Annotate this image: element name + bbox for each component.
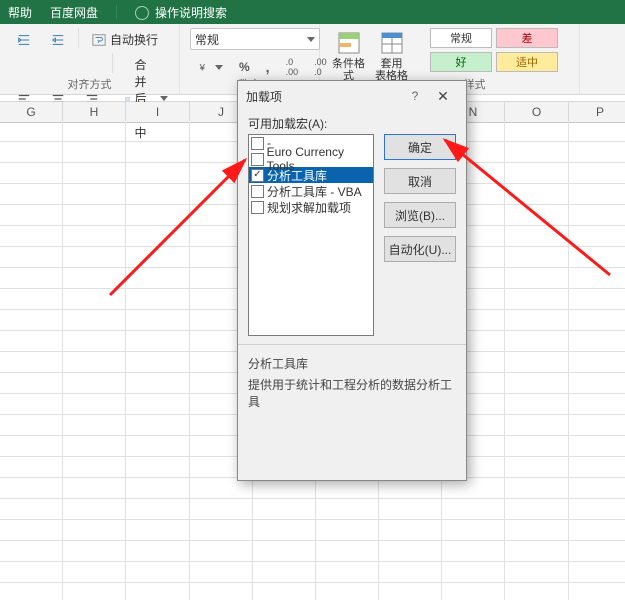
dialog-separator [238,344,466,345]
add-ins-dialog: 加载项 ? ✕ 可用加载宏(A): -Euro Currency Tools✓分… [237,80,467,481]
svg-text:¥: ¥ [199,63,206,74]
group-label-alignment: 对齐方式 [0,76,179,92]
addin-item-label: 分析工具库 - VBA [267,183,362,200]
menu-separator [116,5,117,19]
addins-listbox[interactable]: -Euro Currency Tools✓分析工具库分析工具库 - VBA规划求… [248,134,374,336]
chevron-down-icon [307,37,315,42]
checkbox-icon[interactable] [251,153,264,166]
addin-item[interactable]: Euro Currency Tools [249,151,373,167]
conditional-format-icon [336,30,362,56]
top-menu-bar: 帮助 百度网盘 操作说明搜索 [0,0,625,24]
addin-item-label: 分析工具库 [267,167,327,184]
percent-icon: % [239,60,250,74]
chevron-down-icon [215,65,223,70]
column-header-G[interactable]: G [0,102,63,122]
wrap-text-label: 自动换行 [110,31,158,48]
checkbox-icon[interactable] [251,201,264,214]
checkbox-icon[interactable] [251,185,264,198]
addin-item[interactable]: 规划求解加载项 [249,199,373,215]
dialog-close-button[interactable]: ✕ [428,88,458,105]
grid-row[interactable] [0,562,625,583]
addin-item-label: 规划求解加载项 [267,199,351,216]
indent-increase-icon [51,33,65,47]
chevron-down-icon [160,96,168,101]
dialog-help-button[interactable]: ? [402,89,428,103]
tell-me-label: 操作说明搜索 [155,4,227,21]
wrap-text-button[interactable]: 自动换行 [85,28,165,51]
tell-me-search[interactable]: 操作说明搜索 [135,4,227,21]
comma-icon: , [266,59,270,75]
grid-row[interactable] [0,520,625,541]
column-header-O[interactable]: O [505,102,569,122]
column-header-I[interactable]: I [126,102,190,122]
indent-decrease-button[interactable] [10,28,38,51]
lightbulb-icon [135,6,149,20]
dialog-titlebar[interactable]: 加载项 ? ✕ [238,81,466,111]
cell-style-neutral[interactable]: 适中 [496,52,558,72]
cell-style-bad[interactable]: 差 [496,28,558,48]
table-format-icon [379,30,405,56]
addin-description-body: 提供用于统计和工程分析的数据分析工具 [248,376,456,410]
addin-description: 分析工具库 提供用于统计和工程分析的数据分析工具 [248,355,456,410]
column-header-H[interactable]: H [63,102,126,122]
available-addins-label: 可用加载宏(A): [248,115,456,132]
ribbon-group-alignment: 自动换行 合并后居中 对齐方式 [0,24,180,94]
addin-description-title: 分析工具库 [248,355,456,372]
cell-style-good[interactable]: 好 [430,52,492,72]
grid-row[interactable] [0,478,625,499]
checkbox-icon[interactable] [251,137,264,150]
cell-style-normal[interactable]: 常规 [430,28,492,48]
checkbox-icon[interactable]: ✓ [251,169,264,182]
menu-baidu-pan[interactable]: 百度网盘 [50,4,98,21]
column-header-P[interactable]: P [569,102,625,122]
wrap-text-icon [92,33,106,47]
browse-button[interactable]: 浏览(B)... [384,202,456,228]
conditional-format-button[interactable]: 条件格式 [330,28,367,87]
number-format-value: 常规 [195,31,219,48]
ok-button[interactable]: 确定 [384,134,456,160]
increase-decimal-icon: .0.00 [286,57,299,77]
menu-help[interactable]: 帮助 [8,4,32,21]
conditional-format-label: 条件格式 [330,58,367,82]
grid-row[interactable] [0,499,625,520]
addin-item[interactable]: 分析工具库 - VBA [249,183,373,199]
cancel-button[interactable]: 取消 [384,168,456,194]
dialog-title: 加载项 [246,88,282,105]
divider [78,28,79,48]
grid-row[interactable] [0,541,625,562]
automation-button[interactable]: 自动化(U)... [384,236,456,262]
indent-increase-button[interactable] [44,28,72,51]
grid-row[interactable] [0,583,625,600]
indent-decrease-icon [17,33,31,47]
number-format-select[interactable]: 常规 [190,28,320,50]
currency-icon: ¥ [197,60,211,74]
